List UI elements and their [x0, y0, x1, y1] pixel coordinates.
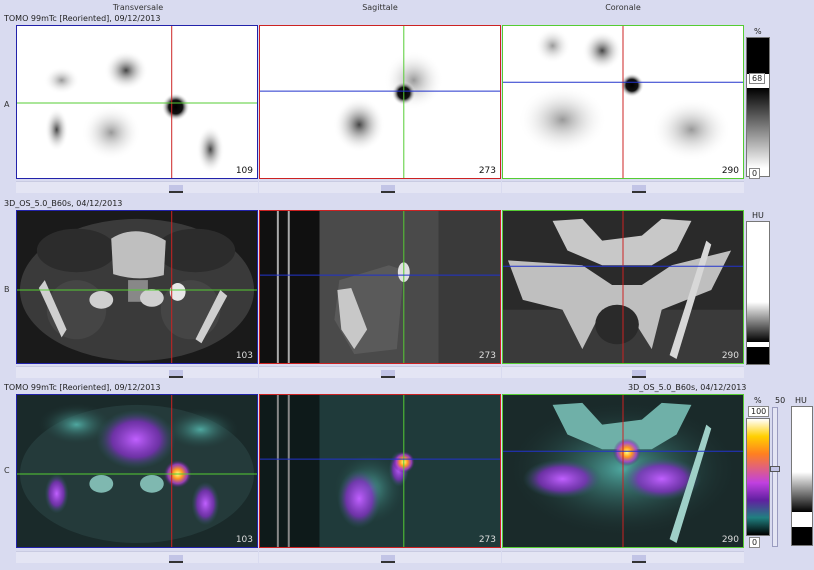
scale-c-slider-thumb[interactable] — [770, 466, 780, 472]
colorbar-c-spect[interactable] — [746, 418, 770, 536]
fusion-coronal-image — [503, 395, 743, 547]
column-header-sagittale: Sagittale — [362, 3, 398, 12]
slider-thumb[interactable] — [632, 185, 646, 193]
scale-c-unit-hu: HU — [795, 396, 807, 405]
row-b-letter: B — [4, 285, 10, 294]
slice-number: 103 — [235, 535, 253, 545]
slider-thumb[interactable] — [381, 555, 395, 563]
column-header-coronale: Coronale — [605, 3, 641, 12]
colorbar-c-ct[interactable] — [791, 406, 813, 546]
panel-a-coronale[interactable]: 290 — [502, 25, 744, 179]
panel-b-sagittale[interactable]: 273 — [259, 210, 501, 364]
slice-number: 290 — [721, 166, 739, 176]
scale-c-slider-track[interactable] — [770, 407, 780, 547]
scale-a-min: 0 — [749, 168, 761, 179]
slider-thumb[interactable] — [169, 185, 183, 193]
colorbar-a[interactable] — [746, 37, 770, 177]
slider-thumb[interactable] — [169, 555, 183, 563]
scale-c-min: 0 — [749, 537, 761, 548]
slider-a-sagittale[interactable] — [259, 181, 501, 193]
slice-number: 290 — [721, 535, 739, 545]
panel-b-transversale[interactable]: 103 — [16, 210, 258, 364]
scale-a-unit: % — [754, 27, 762, 36]
scale-b-unit: HU — [752, 211, 764, 220]
panel-c-coronale[interactable]: 290 — [502, 394, 744, 548]
slice-number: 290 — [721, 351, 739, 361]
spect-sagittal-image — [260, 26, 500, 178]
row-a-title: TOMO 99mTc [Reoriented], 09/12/2013 — [4, 14, 161, 23]
row-c-title-left: TOMO 99mTc [Reoriented], 09/12/2013 — [4, 383, 161, 392]
slider-a-coronale[interactable] — [502, 181, 744, 193]
slider-b-coronale[interactable] — [502, 366, 744, 378]
panel-a-sagittale[interactable]: 273 — [259, 25, 501, 179]
scale-c-max: 100 — [748, 406, 770, 417]
slider-a-transversale[interactable] — [16, 181, 258, 193]
slider-thumb[interactable] — [381, 370, 395, 378]
slice-number: 273 — [478, 166, 496, 176]
slider-thumb[interactable] — [169, 370, 183, 378]
slider-b-transversale[interactable] — [16, 366, 258, 378]
slice-number: 109 — [235, 166, 253, 176]
row-c-letter: C — [4, 466, 10, 475]
panel-c-sagittale[interactable]: 273 — [259, 394, 501, 548]
row-a-letter: A — [4, 100, 10, 109]
panel-c-transversale[interactable]: 103 — [16, 394, 258, 548]
slice-number: 273 — [478, 535, 496, 545]
scale-c-unit-pct: % — [754, 396, 762, 405]
row-c-title-right: 3D_OS_5.0_B60s, 04/12/2013 — [628, 383, 747, 392]
slider-c-sagittale[interactable] — [259, 551, 501, 563]
ct-transverse-image — [17, 211, 257, 363]
fusion-sagittal-image — [260, 395, 500, 547]
slider-thumb[interactable] — [632, 370, 646, 378]
slider-thumb[interactable] — [632, 555, 646, 563]
panel-b-coronale[interactable]: 290 — [502, 210, 744, 364]
spect-coronal-image — [503, 26, 743, 178]
scale-a-level: 68 — [749, 73, 766, 84]
slice-number: 103 — [235, 351, 253, 361]
row-b-title: 3D_OS_5.0_B60s, 04/12/2013 — [4, 199, 123, 208]
column-header-transversale: Transversale — [112, 3, 164, 12]
slice-number: 273 — [478, 351, 496, 361]
fusion-transverse-image — [17, 395, 257, 547]
slider-c-coronale[interactable] — [502, 551, 744, 563]
slider-b-sagittale[interactable] — [259, 366, 501, 378]
ct-coronal-image — [503, 211, 743, 363]
slider-thumb[interactable] — [381, 185, 395, 193]
spect-transverse-image — [17, 26, 257, 178]
colorbar-b[interactable] — [746, 221, 770, 365]
slider-c-transversale[interactable] — [16, 551, 258, 563]
scale-c-level: 50 — [775, 396, 786, 405]
ct-sagittal-image — [260, 211, 500, 363]
panel-a-transversale[interactable]: 109 — [16, 25, 258, 179]
